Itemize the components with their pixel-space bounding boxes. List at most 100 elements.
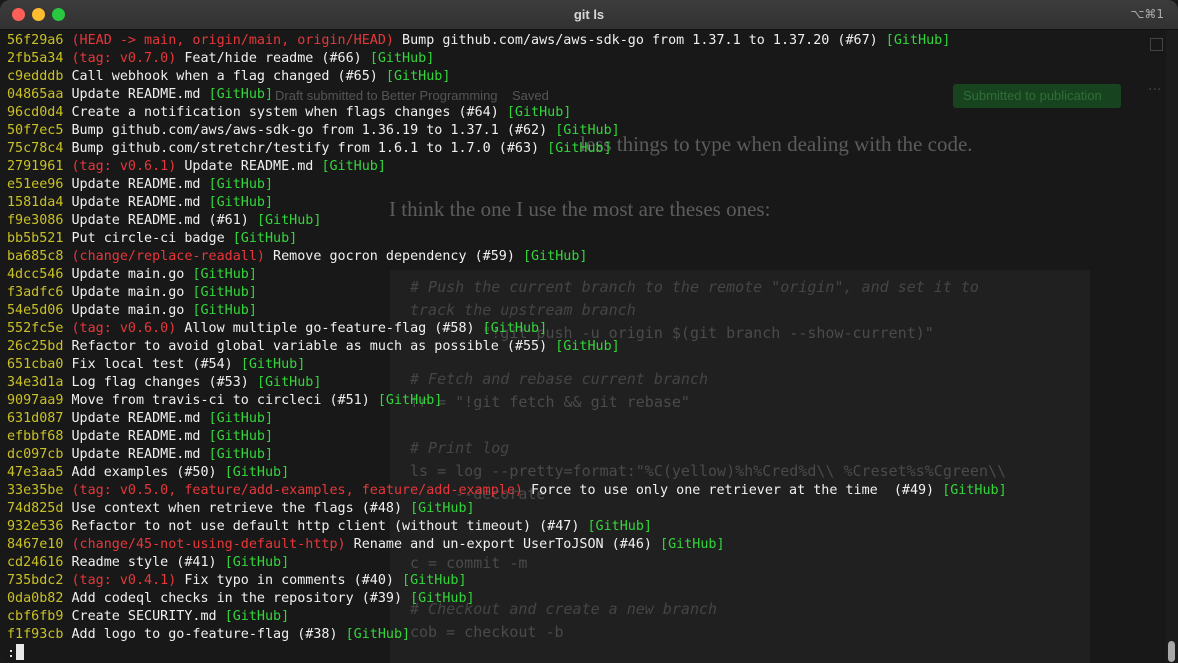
log-line: 651cba0 Fix local test (#54) [GitHub] (7, 356, 305, 374)
pager-prompt: : (7, 646, 16, 661)
commit-hash: 75c78c4 (7, 141, 64, 156)
commit-message: Update README.md (71, 195, 201, 210)
commit-message: Refactor to not use default http client … (71, 519, 580, 534)
commit-message: Update README.md (71, 87, 201, 102)
commit-source: [GitHub] (345, 627, 411, 642)
commit-message: Bump github.com/stretchr/testify from 1.… (71, 141, 540, 156)
commit-message: Force to use only one retriever at the t… (531, 483, 935, 498)
commit-source: [GitHub] (942, 483, 1007, 498)
commit-hash: bb5b521 (7, 231, 64, 246)
commit-hash: 54e5d06 (7, 303, 64, 318)
commit-message: Log flag changes (#53) (71, 375, 249, 390)
commit-hash: ba685c8 (7, 249, 64, 264)
log-line: 9097aa9 Move from travis-ci to circleci … (7, 392, 442, 410)
log-line: ba685c8 (change/replace-readall) Remove … (7, 248, 587, 266)
terminal-window: Draft submitted to Better Programming Sa… (0, 0, 1178, 663)
commit-message: Fix typo in comments (#40) (184, 573, 394, 588)
commit-message: Update README.md (71, 429, 201, 444)
log-line: f3adfc6 Update main.go [GitHub] (7, 284, 257, 302)
log-line: dc097cb Update README.md [GitHub] (7, 446, 273, 464)
commit-hash: cd24616 (7, 555, 64, 570)
commit-message: Update main.go (71, 303, 185, 318)
commit-source: [GitHub] (522, 249, 588, 264)
window-title: git ls (573, 7, 605, 22)
log-line: 1581da4 Update README.md [GitHub] (7, 194, 273, 212)
log-line: 631d087 Update README.md [GitHub] (7, 410, 273, 428)
commit-message: Update main.go (71, 285, 185, 300)
commit-hash: 735bdc2 (7, 573, 64, 588)
commit-source: [GitHub] (224, 465, 290, 480)
commit-source: [GitHub] (208, 429, 274, 444)
commit-source: [GitHub] (192, 267, 257, 282)
pager-prompt-line[interactable]: : (7, 644, 25, 662)
log-line: 47e3aa5 Add examples (#50) [GitHub] (7, 464, 289, 482)
commit-message: Create a notification system when flags … (71, 105, 499, 120)
log-line: 735bdc2 (tag: v0.4.1) Fix typo in commen… (7, 572, 467, 590)
log-line: 0da0b82 Add codeql checks in the reposit… (7, 590, 475, 608)
commit-source: [GitHub] (321, 159, 386, 174)
commit-source: [GitHub] (256, 375, 322, 390)
scrollbar-thumb[interactable] (1168, 641, 1175, 662)
commit-hash: 56f29a6 (7, 33, 64, 48)
log-line: 2791961 (tag: v0.6.1) Update README.md [… (7, 158, 386, 176)
commit-message: Update README.md (184, 159, 314, 174)
commit-message: Put circle-ci badge (71, 231, 225, 246)
commit-source: [GitHub] (402, 573, 467, 588)
commit-hash: cbf6fb9 (7, 609, 64, 624)
commit-source: [GitHub] (660, 537, 725, 552)
commit-hash: f1f93cb (7, 627, 64, 642)
commit-hash: 26c25bd (7, 339, 64, 354)
commit-refs: (tag: v0.6.0) (71, 321, 177, 336)
commit-refs: (change/replace-readall) (71, 249, 265, 264)
commit-hash: 0da0b82 (7, 591, 64, 606)
commit-source: [GitHub] (224, 555, 290, 570)
terminal-output[interactable]: 56f29a6 (HEAD -> main, origin/main, orig… (0, 30, 1166, 663)
commit-refs: (change/45-not-using-default-http) (71, 537, 346, 552)
text-cursor (16, 644, 25, 660)
commit-refs: (tag: v0.4.1) (71, 573, 177, 588)
log-line: 54e5d06 Update main.go [GitHub] (7, 302, 257, 320)
commit-hash: 9097aa9 (7, 393, 64, 408)
commit-hash: dc097cb (7, 447, 64, 462)
commit-source: [GitHub] (208, 447, 274, 462)
commit-message: Update README.md (71, 177, 201, 192)
commit-message: Move from travis-ci to circleci (#51) (71, 393, 370, 408)
commit-message: Rename and un-export UserToJSON (#46) (353, 537, 652, 552)
log-line: cbf6fb9 Create SECURITY.md [GitHub] (7, 608, 289, 626)
commit-hash: 4dcc546 (7, 267, 64, 282)
commit-source: [GitHub] (547, 141, 612, 156)
commit-hash: 74d825d (7, 501, 64, 516)
commit-message: Bump github.com/aws/aws-sdk-go from 1.36… (71, 123, 548, 138)
commit-hash: 33e35be (7, 483, 64, 498)
commit-hash: 552fc5e (7, 321, 64, 336)
commit-hash: 8467e10 (7, 537, 64, 552)
commit-source: [GitHub] (192, 303, 257, 318)
log-line: 04865aa Update README.md [GitHub] (7, 86, 273, 104)
commit-hash: 04865aa (7, 87, 64, 102)
commit-source: [GitHub] (208, 87, 274, 102)
commit-source: [GitHub] (208, 177, 274, 192)
commit-source: [GitHub] (410, 501, 475, 516)
log-line: 2fb5a34 (tag: v0.7.0) Feat/hide readme (… (7, 50, 434, 68)
commit-hash: f9e3086 (7, 213, 64, 228)
commit-message: Update README.md (#61) (71, 213, 249, 228)
commit-source: [GitHub] (885, 33, 951, 48)
commit-message: Feat/hide readme (#66) (184, 51, 362, 66)
commit-hash: 651cba0 (7, 357, 64, 372)
log-line: 56f29a6 (HEAD -> main, origin/main, orig… (7, 32, 950, 50)
commit-source: [GitHub] (410, 591, 475, 606)
log-line: f9e3086 Update README.md (#61) [GitHub] (7, 212, 321, 230)
commit-hash: 2fb5a34 (7, 51, 64, 66)
commit-hash: 631d087 (7, 411, 64, 426)
commit-message: Refactor to avoid global variable as muc… (71, 339, 548, 354)
log-line: 34e3d1a Log flag changes (#53) [GitHub] (7, 374, 321, 392)
commit-source: [GitHub] (482, 321, 548, 336)
log-line: 26c25bd Refactor to avoid global variabl… (7, 338, 620, 356)
title-bar[interactable]: git ls ⌥⌘1 (0, 0, 1178, 30)
log-line: 4dcc546 Update main.go [GitHub] (7, 266, 257, 284)
commit-source: [GitHub] (256, 213, 322, 228)
commit-message: Fix local test (#54) (71, 357, 233, 372)
scrollbar-track[interactable] (1166, 30, 1178, 663)
log-line: f1f93cb Add logo to go-feature-flag (#38… (7, 626, 410, 644)
log-line: 932e536 Refactor to not use default http… (7, 518, 652, 536)
